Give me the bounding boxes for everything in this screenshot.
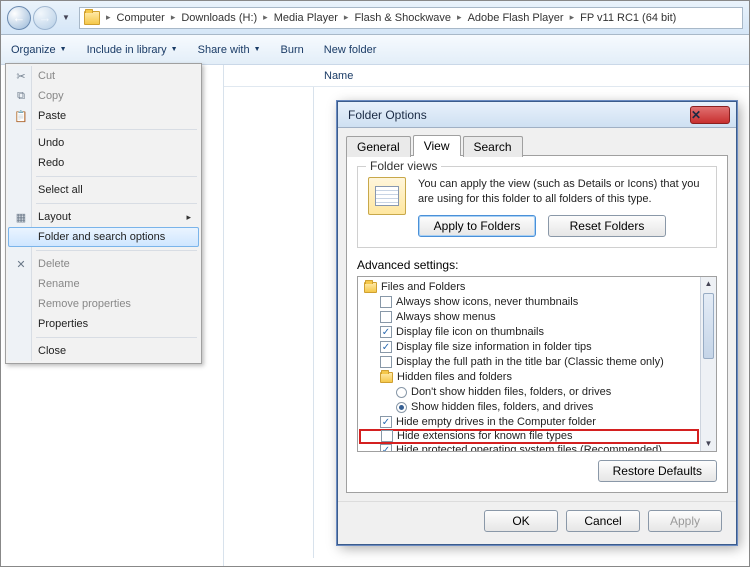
chevron-right-icon[interactable]: ▸	[261, 12, 270, 23]
reset-folders-button[interactable]: Reset Folders	[548, 215, 666, 237]
burn-button[interactable]: Burn	[281, 44, 304, 56]
tree-check-sizetips[interactable]: ✓Display file size information in folder…	[360, 340, 698, 355]
cut-icon: ✂	[14, 69, 28, 83]
new-folder-button[interactable]: New folder	[324, 44, 377, 56]
dialog-titlebar[interactable]: Folder Options ✕	[338, 102, 736, 128]
organize-menu: ✂Cut ⧉Copy 📋Paste Undo Redo Select all ▦…	[5, 63, 202, 364]
nav-history-dropdown[interactable]: ▼	[59, 6, 73, 30]
chevron-right-icon[interactable]: ▸	[104, 12, 113, 23]
apply-to-folders-button[interactable]: Apply to Folders	[418, 215, 536, 237]
organize-button[interactable]: Organize▼	[11, 44, 67, 56]
checkbox-icon[interactable]	[381, 430, 393, 442]
folder-options-dialog: Folder Options ✕ General View Search Fol…	[337, 101, 737, 545]
crumb[interactable]: FP v11 RC1 (64 bit)	[576, 12, 680, 24]
tree-check-hideos[interactable]: ✓Hide protected operating system files (…	[360, 443, 698, 451]
advanced-settings-label: Advanced settings:	[357, 258, 717, 272]
paste-icon: 📋	[14, 109, 28, 123]
menu-properties[interactable]: Properties	[8, 314, 199, 334]
group-label: Folder views	[366, 159, 441, 173]
chevron-down-icon: ▼	[60, 46, 67, 53]
folder-views-icon	[368, 177, 406, 215]
menu-paste[interactable]: 📋Paste	[8, 106, 199, 126]
address-bar: ← → ▼ ▸ Computer ▸ Downloads (H:) ▸ Medi…	[1, 1, 749, 35]
menu-rename[interactable]: Rename	[8, 274, 199, 294]
tree-check-menus[interactable]: Always show menus	[360, 310, 698, 325]
apply-button[interactable]: Apply	[648, 510, 722, 532]
chevron-right-icon[interactable]: ▸	[169, 12, 178, 23]
checkbox-icon[interactable]	[380, 296, 392, 308]
checkbox-icon[interactable]	[380, 356, 392, 368]
radio-icon[interactable]	[396, 402, 407, 413]
folder-views-group: Folder views You can apply the view (suc…	[357, 166, 717, 248]
tab-search[interactable]: Search	[463, 136, 523, 157]
tree-radio-show[interactable]: Show hidden files, folders, and drives	[360, 400, 698, 415]
menu-select-all[interactable]: Select all	[8, 180, 199, 200]
crumb[interactable]: Downloads (H:)	[177, 12, 261, 24]
breadcrumb[interactable]: ▸ Computer ▸ Downloads (H:) ▸ Media Play…	[79, 7, 743, 29]
delete-icon: ✕	[14, 257, 28, 271]
tree-radio-dontshow[interactable]: Don't show hidden files, folders, or dri…	[360, 385, 698, 400]
crumb[interactable]: Computer	[113, 12, 169, 24]
chevron-right-icon[interactable]: ▸	[568, 12, 577, 23]
dialog-title: Folder Options	[348, 108, 690, 122]
tree-check-thumbicon[interactable]: ✓Display file icon on thumbnails	[360, 325, 698, 340]
close-button[interactable]: ✕	[690, 106, 730, 124]
menu-remove-properties[interactable]: Remove properties	[8, 294, 199, 314]
tree-check-emptydrives[interactable]: ✓Hide empty drives in the Computer folde…	[360, 415, 698, 430]
forward-button[interactable]: →	[33, 6, 57, 30]
include-library-button[interactable]: Include in library▼	[87, 44, 178, 56]
tree-group-hidden: Hidden files and folders	[360, 370, 698, 385]
scroll-thumb[interactable]	[703, 293, 714, 359]
copy-icon: ⧉	[14, 89, 28, 103]
checkbox-icon[interactable]: ✓	[380, 326, 392, 338]
checkbox-icon[interactable]: ✓	[380, 416, 392, 428]
menu-undo[interactable]: Undo	[8, 133, 199, 153]
menu-delete[interactable]: ✕Delete	[8, 254, 199, 274]
tab-view[interactable]: View	[413, 135, 461, 156]
advanced-settings-tree: Files and Folders Always show icons, nev…	[357, 276, 717, 452]
share-with-button[interactable]: Share with▼	[198, 44, 261, 56]
folder-icon	[364, 282, 377, 293]
back-button[interactable]: ←	[7, 6, 31, 30]
crumb[interactable]: Media Player	[270, 12, 342, 24]
chevron-down-icon: ▼	[254, 46, 261, 53]
checkbox-icon[interactable]: ✓	[380, 444, 392, 451]
folder-views-text: You can apply the view (such as Details …	[418, 177, 706, 207]
scrollbar[interactable]: ▲ ▼	[700, 277, 716, 451]
menu-cut[interactable]: ✂Cut	[8, 66, 199, 86]
tree-check-icons[interactable]: Always show icons, never thumbnails	[360, 295, 698, 310]
chevron-down-icon: ▼	[171, 46, 178, 53]
column-header-name[interactable]: Name	[224, 65, 749, 87]
checkbox-icon[interactable]	[380, 311, 392, 323]
tree-check-fullpath[interactable]: Display the full path in the title bar (…	[360, 355, 698, 370]
folder-icon	[380, 372, 393, 383]
menu-layout[interactable]: ▦Layout▸	[8, 207, 199, 227]
menu-close[interactable]: Close	[8, 341, 199, 361]
ok-button[interactable]: OK	[484, 510, 558, 532]
close-icon: ✕	[691, 108, 729, 122]
checkbox-icon[interactable]: ✓	[380, 341, 392, 353]
menu-folder-search-options[interactable]: Folder and search options	[8, 227, 199, 247]
radio-icon[interactable]	[396, 387, 407, 398]
folder-icon	[84, 11, 100, 25]
explorer-toolbar: Organize▼ Include in library▼ Share with…	[1, 35, 749, 65]
tree-group: Files and Folders	[360, 280, 698, 295]
submenu-arrow-icon: ▸	[186, 212, 191, 223]
scroll-down-icon[interactable]: ▼	[701, 437, 716, 451]
dialog-tabs: General View Search	[338, 128, 736, 155]
chevron-right-icon[interactable]: ▸	[342, 12, 351, 23]
tab-general[interactable]: General	[346, 136, 411, 157]
scroll-up-icon[interactable]: ▲	[701, 277, 716, 291]
cancel-button[interactable]: Cancel	[566, 510, 640, 532]
layout-icon: ▦	[14, 210, 28, 224]
tree-check-hideext[interactable]: Hide extensions for known file types	[359, 429, 699, 444]
chevron-right-icon[interactable]: ▸	[455, 12, 464, 23]
crumb[interactable]: Adobe Flash Player	[464, 12, 568, 24]
crumb[interactable]: Flash & Shockwave	[350, 12, 455, 24]
restore-defaults-button[interactable]: Restore Defaults	[598, 460, 717, 482]
menu-copy[interactable]: ⧉Copy	[8, 86, 199, 106]
menu-redo[interactable]: Redo	[8, 153, 199, 173]
